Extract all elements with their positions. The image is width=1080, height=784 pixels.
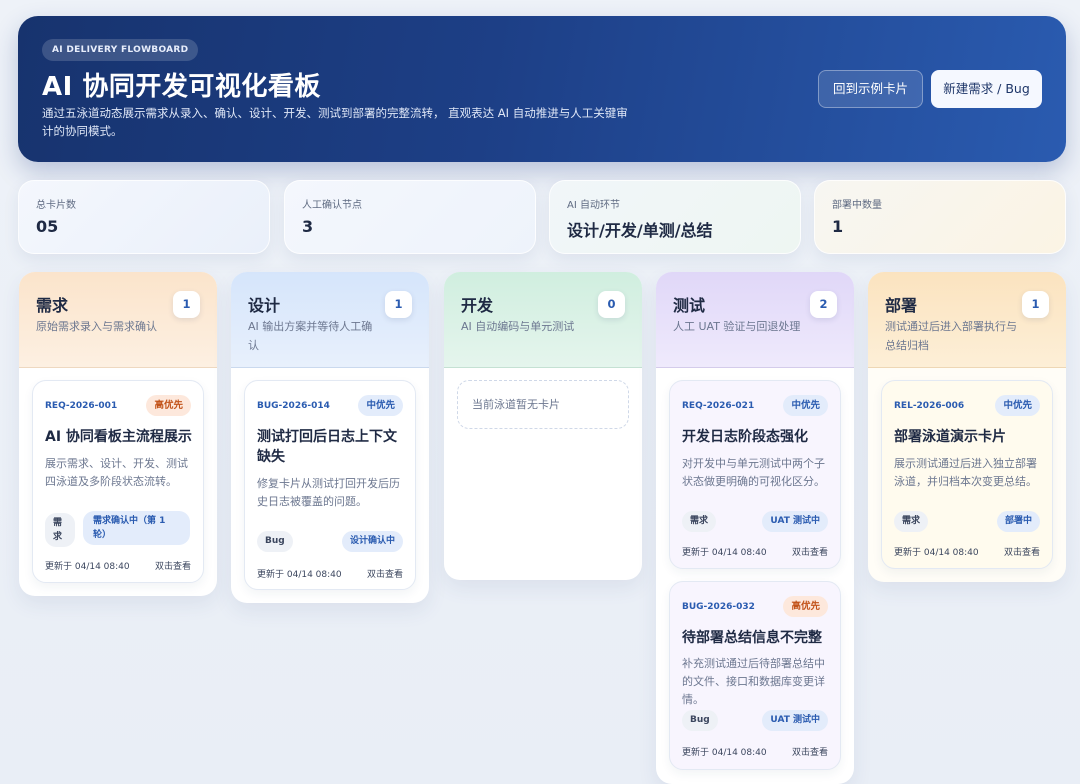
card-description: 对开发中与单元测试中两个子状态做更明确的可视化区分。 [682,457,825,488]
kanban-card[interactable]: REQ-2026-021 中优先 开发日志阶段态强化 对开发中与单元测试中两个子… [669,380,841,569]
status-tag: 部署中 [996,511,1040,532]
card-title: AI 协同看板主流程展示 [45,429,192,445]
card-updated-time: 更新于 04/14 08:40 [682,748,767,758]
lane-description: 原始需求录入与需求确认 [36,320,157,333]
lane-description: AI 输出方案并等待人工确认 [248,320,373,352]
stat-ai-steps: AI 自动环节 设计/开发/单测/总结 [549,180,801,254]
lane-count-badge: 2 [810,291,837,318]
stat-value: 3 [302,217,314,236]
kanban-card[interactable]: BUG-2026-014 中优先 测试打回后日志上下文缺失 修复卡片从测试打回开… [244,380,416,590]
lane-description: 测试通过后进入部署执行与总结归档 [885,320,1017,352]
card-id: BUG-2026-032 [682,602,755,612]
card-title: 测试打回后日志上下文缺失 [257,429,397,465]
stat-label: 人工确认节点 [302,200,362,211]
card-open-link[interactable]: 双击查看 [792,545,828,558]
lane-description: 人工 UAT 验证与回退处理 [673,320,801,333]
card-open-link[interactable]: 双击查看 [792,745,828,758]
type-tag: Bug [682,710,718,731]
priority-badge: 中优先 [783,395,828,416]
card-title: 部署泳道演示卡片 [894,429,1006,445]
page-description: 通过五泳道动态展示需求从录入、确认、设计、开发、测试到部署的完整流转， 直观表达… [42,106,628,138]
priority-badge: 中优先 [358,395,403,416]
lane-count-badge: 1 [173,291,200,318]
priority-badge: 中优先 [995,395,1040,416]
lane-title: 测试 [673,296,706,315]
card-description: 展示需求、设计、开发、测试四泳道及多阶段状态流转。 [45,457,188,488]
priority-badge: 高优先 [146,395,191,416]
back-to-sample-button[interactable]: 回到示例卡片 [818,70,923,108]
status-tag: 设计确认中 [341,531,403,552]
type-tag: 需求 [682,511,717,532]
card-updated-time: 更新于 04/14 08:40 [257,570,342,580]
lane-title: 部署 [885,296,918,315]
lane-title: 设计 [248,296,281,315]
lane-header: 设计 AI 输出方案并等待人工确认 1 [231,272,429,368]
kanban-card[interactable]: REL-2026-006 中优先 部署泳道演示卡片 展示测试通过后进入独立部署泳… [881,380,1053,569]
card-title: 开发日志阶段态强化 [682,429,808,445]
stat-label: AI 自动环节 [567,200,620,211]
type-tag: 需求 [45,513,75,547]
lane-design: 设计 AI 输出方案并等待人工确认 1 BUG-2026-014 中优先 测试打… [231,272,429,603]
status-tag: UAT 测试中 [762,511,828,532]
stat-value: 05 [36,217,59,236]
type-tag: Bug [257,531,293,552]
lane-header: 需求 原始需求录入与需求确认 1 [19,272,217,368]
card-description: 展示测试通过后进入独立部署泳道，并归档本次变更总结。 [894,457,1037,488]
status-tag: 需求确认中（第 1 轮） [83,511,190,545]
lane-empty-placeholder: 当前泳道暂无卡片 [457,380,629,429]
card-id: BUG-2026-014 [257,401,330,411]
card-open-link[interactable]: 双击查看 [1004,545,1040,558]
new-item-button[interactable]: 新建需求 / Bug [931,70,1042,108]
card-description: 修复卡片从测试打回开发后历史日志被覆盖的问题。 [257,477,400,508]
priority-badge: 高优先 [783,596,828,617]
stat-value: 设计/开发/单测/总结 [567,221,713,240]
card-updated-time: 更新于 04/14 08:40 [682,548,767,558]
lane-count-badge: 1 [1022,291,1049,318]
stat-label: 总卡片数 [36,200,76,211]
stat-manual-nodes: 人工确认节点 3 [284,180,536,254]
lane-header: 开发 AI 自动编码与单元测试 0 [444,272,642,368]
lane-deployment: 部署 测试通过后进入部署执行与总结归档 1 REL-2026-006 中优先 部… [868,272,1066,582]
stat-total-cards: 总卡片数 05 [18,180,270,254]
lane-development: 开发 AI 自动编码与单元测试 0 当前泳道暂无卡片 [444,272,642,580]
card-updated-time: 更新于 04/14 08:40 [45,562,130,572]
type-tag: 需求 [894,511,929,532]
hero-banner: AI DELIVERY FLOWBOARD AI 协同开发可视化看板 通过五泳道… [18,16,1066,162]
lane-count-badge: 0 [598,291,625,318]
lane-header: 部署 测试通过后进入部署执行与总结归档 1 [868,272,1066,368]
kanban-card[interactable]: REQ-2026-001 高优先 AI 协同看板主流程展示 展示需求、设计、开发… [32,380,204,583]
card-id: REQ-2026-021 [682,401,755,411]
lane-title: 开发 [461,296,494,315]
lane-title: 需求 [36,296,69,315]
kanban-card[interactable]: BUG-2026-032 高优先 待部署总结信息不完整 补充测试通过后待部署总结… [669,581,841,770]
stat-value: 1 [832,217,844,236]
lane-testing: 测试 人工 UAT 验证与回退处理 2 REQ-2026-021 中优先 开发日… [656,272,854,784]
card-open-link[interactable]: 双击查看 [367,567,403,580]
page-title: AI 协同开发可视化看板 [42,72,321,102]
card-title: 待部署总结信息不完整 [682,630,822,646]
stat-deploying: 部署中数量 1 [814,180,1066,254]
hero-tag: AI DELIVERY FLOWBOARD [42,39,199,61]
card-description: 补充测试通过后待部署总结中的文件、接口和数据库变更详情。 [682,657,825,706]
card-id: REQ-2026-001 [45,401,118,411]
lane-header: 测试 人工 UAT 验证与回退处理 2 [656,272,854,368]
stat-label: 部署中数量 [832,200,882,211]
lane-count-badge: 1 [385,291,412,318]
lane-description: AI 自动编码与单元测试 [461,320,575,333]
lane-requirement: 需求 原始需求录入与需求确认 1 REQ-2026-001 高优先 AI 协同看… [19,272,217,596]
status-tag: UAT 测试中 [762,710,828,731]
card-open-link[interactable]: 双击查看 [155,559,191,572]
card-id: REL-2026-006 [894,401,965,411]
card-updated-time: 更新于 04/14 08:40 [894,548,979,558]
